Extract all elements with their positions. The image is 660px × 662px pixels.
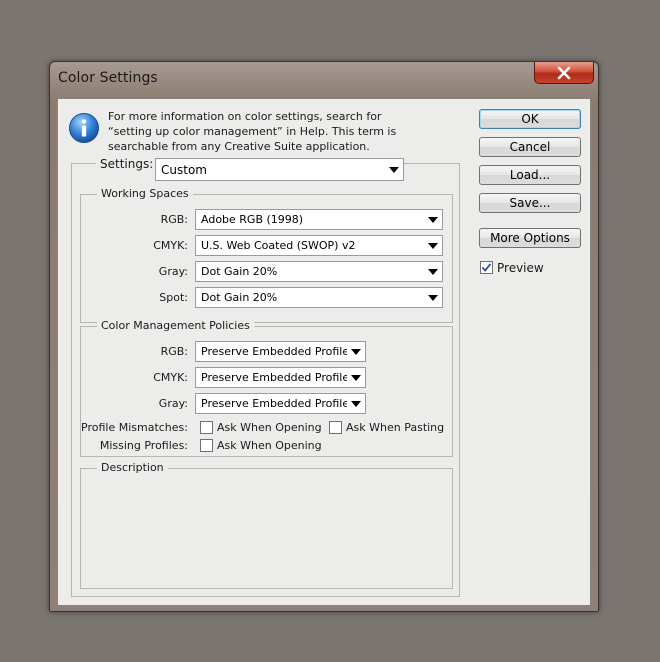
description-legend: Description <box>97 461 168 474</box>
chevron-down-icon <box>424 210 442 229</box>
policy-rgb-label: RGB: <box>160 345 188 358</box>
preview-label: Preview <box>497 261 544 275</box>
policy-cmyk-value: Preserve Embedded Profiles <box>201 371 347 384</box>
cancel-button[interactable]: Cancel <box>479 137 581 157</box>
mismatch-ask-pasting-label: Ask When Pasting <box>346 421 445 434</box>
ws-cmyk-label: CMYK: <box>153 239 188 252</box>
mismatch-ask-opening-checkbox[interactable] <box>200 421 213 434</box>
ws-gray-label: Gray: <box>158 265 188 278</box>
policy-gray-value: Preserve Embedded Profiles <box>201 397 347 410</box>
ws-cmyk-value: U.S. Web Coated (SWOP) v2 <box>201 239 356 252</box>
working-spaces-legend: Working Spaces <box>97 187 193 200</box>
ws-rgb-value: Adobe RGB (1998) <box>201 213 304 226</box>
save-button[interactable]: Save... <box>479 193 581 213</box>
settings-value: Custom <box>161 162 207 177</box>
settings-dropdown[interactable]: Custom <box>155 158 404 181</box>
missing-ask-opening-label: Ask When Opening <box>217 439 322 452</box>
profile-mismatches-label: Profile Mismatches: <box>81 421 188 434</box>
policy-cmyk-dropdown[interactable]: Preserve Embedded Profiles <box>195 367 366 388</box>
checkmark-icon <box>481 263 492 272</box>
policy-rgb-dropdown[interactable]: Preserve Embedded Profiles <box>195 341 366 362</box>
ws-rgb-dropdown[interactable]: Adobe RGB (1998) <box>195 209 443 230</box>
ws-spot-value: Dot Gain 20% <box>201 291 278 304</box>
close-button[interactable] <box>534 62 594 84</box>
color-settings-window: Color Settings For more information on c… <box>49 61 599 612</box>
ws-spot-dropdown[interactable]: Dot Gain 20% <box>195 287 443 308</box>
description-group: Description <box>80 461 453 589</box>
policy-cmyk-label: CMYK: <box>153 371 188 384</box>
load-button[interactable]: Load... <box>479 165 581 185</box>
ws-rgb-label: RGB: <box>160 213 188 226</box>
mismatch-ask-opening-label: Ask When Opening <box>217 421 322 434</box>
settings-label: Settings: <box>96 157 158 171</box>
chevron-down-icon <box>347 342 365 361</box>
ws-cmyk-dropdown[interactable]: U.S. Web Coated (SWOP) v2 <box>195 235 443 256</box>
info-icon <box>69 113 99 143</box>
missing-ask-opening-checkbox[interactable] <box>200 439 213 452</box>
missing-profiles-label: Missing Profiles: <box>99 439 188 452</box>
window-title: Color Settings <box>58 70 158 86</box>
chevron-down-icon <box>347 394 365 413</box>
preview-checkbox[interactable] <box>480 261 493 274</box>
chevron-down-icon <box>347 368 365 387</box>
dialog-body: For more information on color settings, … <box>57 98 591 606</box>
policy-gray-label: Gray: <box>158 397 188 410</box>
policy-rgb-value: Preserve Embedded Profiles <box>201 345 347 358</box>
chevron-down-icon <box>424 236 442 255</box>
ws-spot-label: Spot: <box>159 291 188 304</box>
ok-button[interactable]: OK <box>479 109 581 129</box>
chevron-down-icon <box>424 262 442 281</box>
policies-legend: Color Management Policies <box>97 319 254 332</box>
mismatch-ask-pasting-checkbox[interactable] <box>329 421 342 434</box>
ws-gray-dropdown[interactable]: Dot Gain 20% <box>195 261 443 282</box>
close-icon <box>557 66 571 79</box>
ws-gray-value: Dot Gain 20% <box>201 265 278 278</box>
chevron-down-icon <box>385 159 403 180</box>
info-text: For more information on color settings, … <box>108 110 397 153</box>
more-options-button[interactable]: More Options <box>479 228 581 248</box>
policy-gray-dropdown[interactable]: Preserve Embedded Profiles <box>195 393 366 414</box>
chevron-down-icon <box>424 288 442 307</box>
